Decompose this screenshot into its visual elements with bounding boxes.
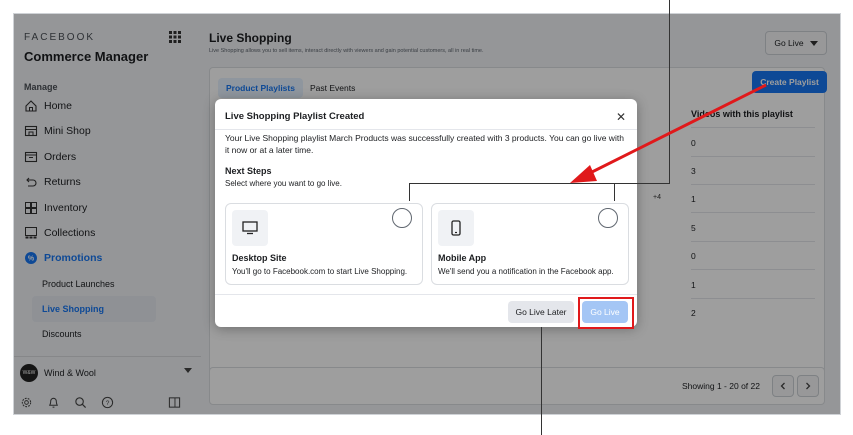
annotation-arrow (570, 83, 767, 183)
